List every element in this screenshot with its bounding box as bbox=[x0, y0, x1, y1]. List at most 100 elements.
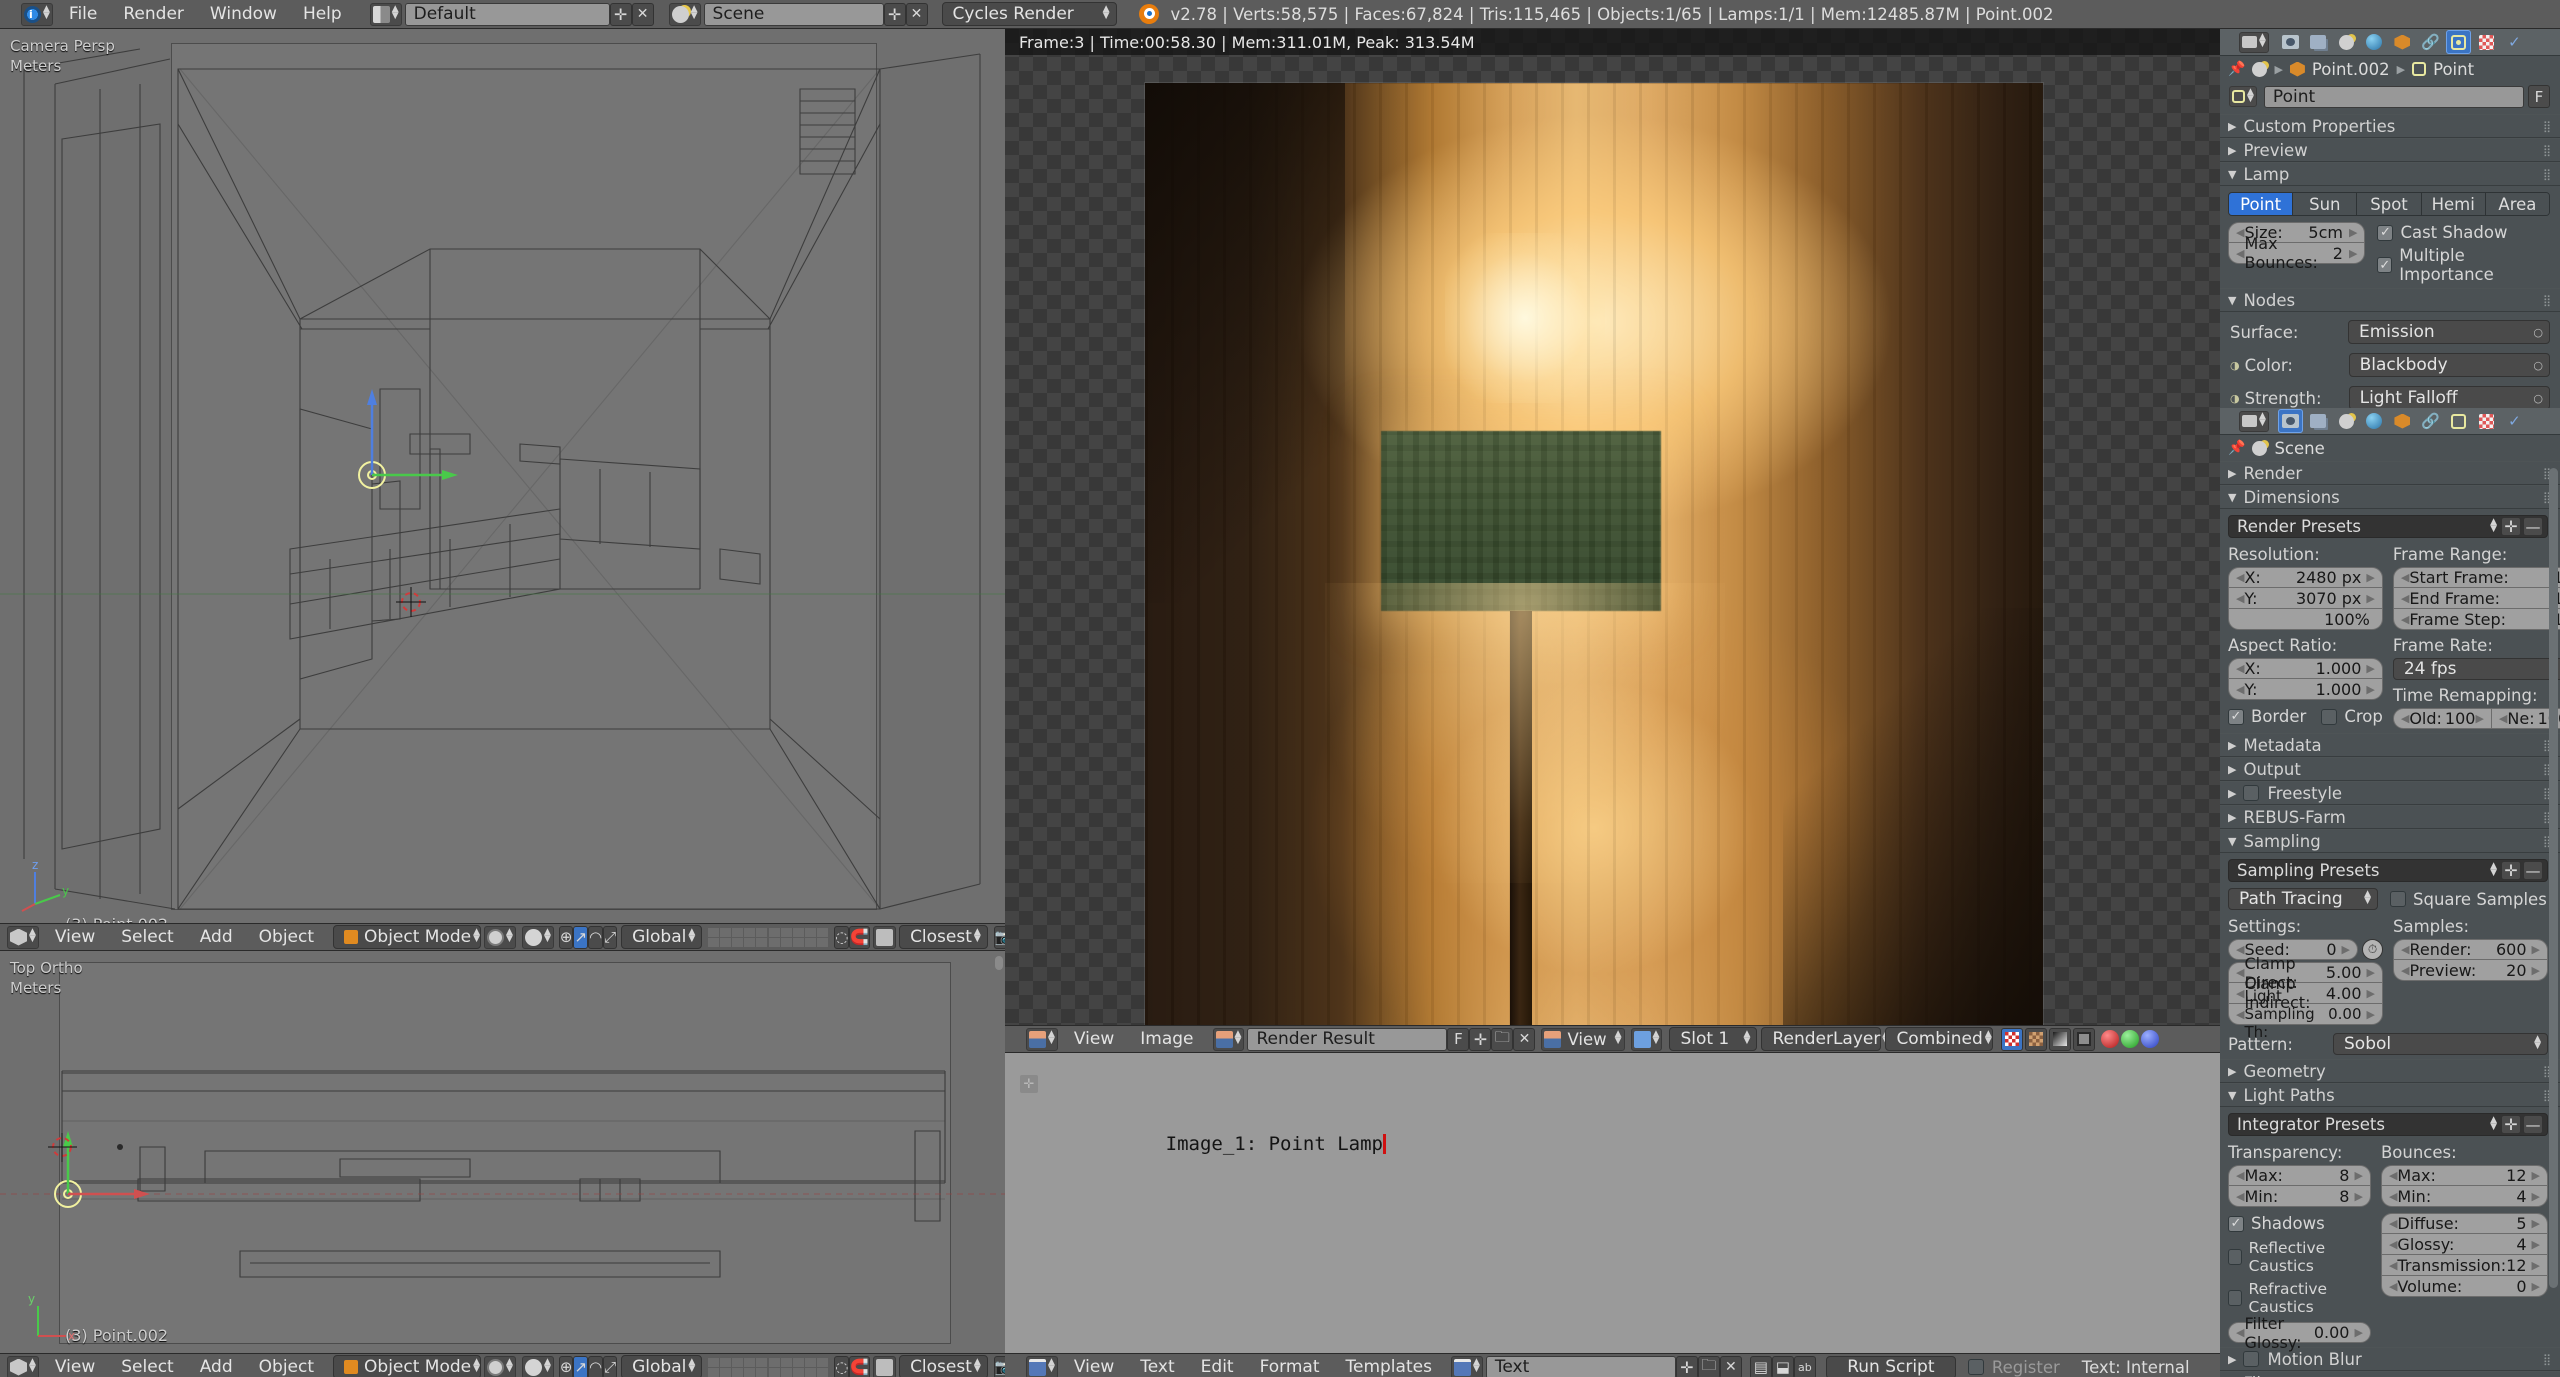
preview-samples-field[interactable]: ◀ Preview: 20 ▶ bbox=[2393, 960, 2548, 981]
render-engine-select[interactable]: Cycles Render ▲ ▼ bbox=[941, 2, 1117, 26]
transmission-bounces-field[interactable]: ◀ Transmission: 12 ▶ bbox=[2380, 1255, 2548, 1276]
glossy-bounces-field[interactable]: ◀ Glossy: 4 ▶ bbox=[2380, 1234, 2548, 1255]
scale-manipulator-button[interactable]: ⤢ bbox=[603, 925, 618, 949]
snap-toggle-button[interactable]: 🧲 bbox=[849, 1355, 871, 1377]
open-text-button[interactable]: 🗀 bbox=[1697, 1355, 1720, 1377]
display-channels-color-alpha-button[interactable] bbox=[2001, 1027, 2024, 1051]
channel-red-icon[interactable] bbox=[2101, 1030, 2120, 1048]
chevron-left-icon[interactable]: ◀ bbox=[2236, 571, 2244, 584]
chevron-left-icon[interactable]: ◀ bbox=[2499, 712, 2507, 725]
chevron-right-icon[interactable]: ▶ bbox=[2532, 964, 2540, 977]
chevron-right-icon[interactable]: ▶ bbox=[2532, 1280, 2540, 1293]
render-pass-select[interactable]: Combined ▲ ▼ bbox=[1885, 1027, 1994, 1051]
sampling-presets-bar[interactable]: Sampling Presets ▲▼ — bbox=[2228, 859, 2548, 882]
render-presets-bar[interactable]: Render Presets ▲▼ — bbox=[2228, 515, 2548, 538]
snap-element-select[interactable] bbox=[873, 925, 897, 949]
section-rebus-farm[interactable]: ▶ REBUS-Farm ⣿ bbox=[2220, 805, 2560, 829]
translate-manipulator-button[interactable]: ↗ bbox=[573, 925, 589, 949]
tab-object-icon[interactable] bbox=[2390, 409, 2415, 433]
section-nodes[interactable]: ▼ Nodes ⣿ bbox=[2220, 288, 2560, 312]
breadcrumb-scene-label[interactable]: Scene bbox=[2274, 439, 2324, 458]
remove-integrator-preset-button[interactable]: — bbox=[2523, 1115, 2543, 1134]
area-corner-widget[interactable] bbox=[1009, 1357, 1023, 1377]
proportional-edit-button[interactable]: ◌ bbox=[834, 925, 850, 949]
area-corner-widget[interactable] bbox=[2224, 412, 2236, 430]
channel-green-icon[interactable] bbox=[2121, 1030, 2140, 1048]
display-channels-alpha-button[interactable] bbox=[2025, 1027, 2048, 1051]
section-metadata[interactable]: ▶ Metadata ⣿ bbox=[2220, 733, 2560, 757]
viewport-camera-persp[interactable]: y z Camera Persp Meters (3) Point.002 bbox=[0, 29, 1005, 923]
chevron-left-icon[interactable]: ◀ bbox=[2236, 1326, 2244, 1339]
proportional-edit-button[interactable]: ◌ bbox=[834, 1355, 850, 1377]
tab-scene-icon[interactable] bbox=[2334, 409, 2359, 433]
chevron-right-icon[interactable]: ▶ bbox=[2366, 683, 2374, 696]
lamp-type-sun[interactable]: Sun bbox=[2293, 193, 2358, 215]
text-editor-add-button[interactable]: ✛ bbox=[1020, 1075, 1038, 1093]
menu-view[interactable]: View bbox=[1061, 1353, 1127, 1377]
word-wrap-toggle[interactable]: ⬓ bbox=[1771, 1355, 1794, 1377]
editor-type-selector[interactable]: ▲ ▼ bbox=[1026, 1355, 1058, 1377]
menu-object[interactable]: Object bbox=[246, 1353, 327, 1377]
shadows-checkbox[interactable]: ✓ bbox=[2228, 1215, 2244, 1232]
snap-element-select[interactable] bbox=[873, 1355, 897, 1377]
rotate-manipulator-button[interactable]: ◠ bbox=[588, 1355, 604, 1377]
editor-type-selector[interactable]: ▲ ▼ bbox=[2239, 410, 2269, 432]
text-editor-content[interactable]: Image_1: Point Lamp bbox=[1097, 1111, 1386, 1177]
color-node-select[interactable]: Blackbody ○ bbox=[2348, 353, 2550, 377]
add-integrator-preset-button[interactable] bbox=[2501, 1115, 2521, 1134]
line-numbers-toggle[interactable]: ▤ bbox=[1749, 1355, 1772, 1377]
scale-manipulator-button[interactable]: ⤢ bbox=[603, 1355, 618, 1377]
chevron-right-icon[interactable]: ▶ bbox=[2349, 247, 2357, 260]
tab-scene-icon[interactable] bbox=[2334, 30, 2359, 54]
transform-orientation-select[interactable]: Global ▲ ▼ bbox=[621, 925, 703, 949]
chevron-left-icon[interactable]: ◀ bbox=[2236, 943, 2244, 956]
section-sampling[interactable]: ▼ Sampling ⣿ bbox=[2220, 829, 2560, 853]
square-samples-checkbox[interactable] bbox=[2390, 891, 2406, 907]
chevron-right-icon[interactable]: ▶ bbox=[2342, 943, 2350, 956]
render-layer-select[interactable]: RenderLayer ▲▼ bbox=[1761, 1027, 1889, 1051]
chevron-left-icon[interactable]: ◀ bbox=[2389, 1217, 2397, 1230]
image-view-mode-select[interactable]: View ▲ ▼ bbox=[1541, 1027, 1625, 1051]
image-editor[interactable]: Frame:3 | Time:00:58.30 | Mem:311.01M, P… bbox=[1005, 29, 2220, 1025]
multiple-importance-checkbox[interactable]: ✓ bbox=[2377, 257, 2393, 273]
section-light-paths[interactable]: ▼ Light Paths ⣿ bbox=[2220, 1083, 2560, 1107]
chevron-left-icon[interactable]: ◀ bbox=[2401, 943, 2409, 956]
tab-world-icon[interactable] bbox=[2362, 30, 2387, 54]
chevron-left-icon[interactable]: ◀ bbox=[2236, 662, 2244, 675]
resolution-percentage-field[interactable]: 100% bbox=[2228, 609, 2383, 630]
channel-blue-icon[interactable] bbox=[2141, 1030, 2160, 1048]
scene-field[interactable]: Scene bbox=[703, 2, 884, 26]
chevron-left-icon[interactable]: ◀ bbox=[2401, 613, 2409, 626]
add-render-preset-button[interactable] bbox=[2501, 517, 2521, 536]
menu-templates[interactable]: Templates bbox=[1333, 1353, 1445, 1377]
surface-shader-select[interactable]: Emission ○ bbox=[2348, 320, 2550, 344]
fake-user-button[interactable]: F bbox=[1447, 1027, 1470, 1051]
chevron-right-icon[interactable]: ▶ bbox=[2475, 712, 2483, 725]
chevron-left-icon[interactable]: ◀ bbox=[2401, 964, 2409, 977]
start-frame-field[interactable]: ◀ Start Frame: 1 ▶ bbox=[2392, 567, 2560, 588]
aspect-x-field[interactable]: ◀ X: 1.000 ▶ bbox=[2228, 658, 2383, 679]
layer-grid[interactable] bbox=[708, 927, 829, 947]
section-freestyle[interactable]: ▶ Freestyle ⣿ bbox=[2220, 781, 2560, 805]
menu-object[interactable]: Object bbox=[246, 923, 327, 951]
editor-type-selector[interactable]: ▲ ▼ bbox=[7, 1355, 39, 1377]
lamp-max-bounces-field[interactable]: ◀ Max Bounces: 2 ▶ bbox=[2228, 234, 2366, 272]
lamp-type-area[interactable]: Area bbox=[2485, 193, 2549, 215]
refractive-caustics-checkbox[interactable] bbox=[2228, 1290, 2242, 1306]
text-browse-icon[interactable]: ▲ ▼ bbox=[1450, 1355, 1483, 1377]
tab-texture-icon[interactable] bbox=[2474, 409, 2499, 433]
display-channels-zbuffer-button[interactable] bbox=[2049, 1027, 2072, 1051]
breadcrumb-data-label[interactable]: Point bbox=[2433, 60, 2474, 79]
breadcrumb-object-label[interactable]: Point.002 bbox=[2312, 60, 2390, 79]
viewport-top-ortho[interactable]: y x Top Ortho Meters (3) Point.002 bbox=[0, 951, 1005, 1353]
editor-type-selector[interactable]: ▲ ▼ bbox=[2239, 31, 2269, 53]
menu-edit[interactable]: Edit bbox=[1188, 1353, 1247, 1377]
reflective-caustics-checkbox[interactable] bbox=[2228, 1249, 2242, 1265]
chevron-right-icon[interactable]: ▶ bbox=[2532, 1238, 2540, 1251]
menu-text[interactable]: Text bbox=[1127, 1353, 1187, 1377]
area-corner-widget[interactable] bbox=[1009, 1029, 1023, 1049]
motion-blur-checkbox[interactable] bbox=[2243, 1351, 2260, 1367]
snap-target-select[interactable]: Closest ▲ ▼ bbox=[899, 1355, 988, 1377]
chevron-left-icon[interactable]: ◀ bbox=[2236, 1190, 2244, 1203]
chevron-left-icon[interactable]: ◀ bbox=[2389, 1190, 2397, 1203]
